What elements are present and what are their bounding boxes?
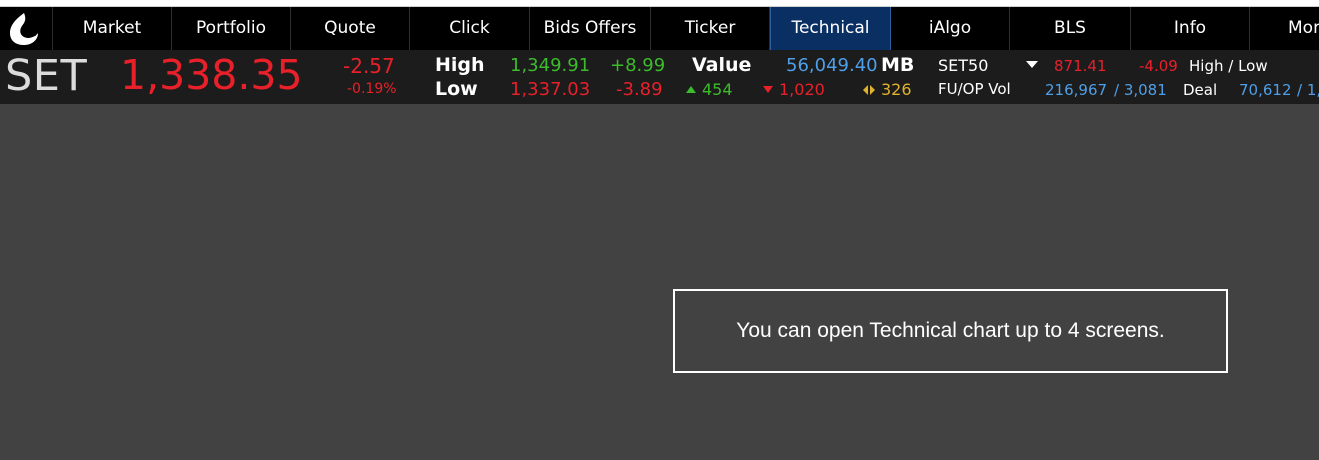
fu-volume: 216,967 xyxy=(1045,81,1108,99)
low-change: -3.89 xyxy=(616,79,663,100)
tab-more[interactable]: More xyxy=(1250,7,1319,50)
unchanged-count-value: 326 xyxy=(881,80,912,99)
low-value: 1,337.03 xyxy=(510,79,591,100)
window-top-border xyxy=(0,0,1319,7)
op-volume: / 3,081 xyxy=(1114,81,1167,99)
tab-portfolio[interactable]: Portfolio xyxy=(172,7,291,50)
high-label: High xyxy=(435,54,485,76)
fuop-vol-label: FU/OP Vol xyxy=(938,80,1011,98)
main-nav-bar: Market Portfolio Quote Click Bids Offers… xyxy=(0,7,1319,50)
tab-ialgo[interactable]: iAlgo xyxy=(891,7,1010,50)
index-change: -2.57 xyxy=(343,54,395,78)
tab-market[interactable]: Market xyxy=(53,7,172,50)
set50-change: -4.09 xyxy=(1139,57,1178,75)
tab-quote[interactable]: Quote xyxy=(291,7,410,50)
tab-bls[interactable]: BLS xyxy=(1010,7,1131,50)
unchanged-arrows-icon xyxy=(863,85,875,95)
index-name: SET xyxy=(5,51,88,101)
set50-high-low-label: High / Low xyxy=(1189,57,1268,75)
advance-count: 454 xyxy=(686,80,733,99)
set50-label: SET50 xyxy=(938,56,989,75)
tab-bids-offers[interactable]: Bids Offers xyxy=(530,7,651,50)
deal-extra: / 1, xyxy=(1297,81,1319,99)
technical-limit-message: You can open Technical chart up to 4 scr… xyxy=(673,289,1228,373)
deal-label: Deal xyxy=(1183,81,1218,99)
up-arrow-icon xyxy=(686,86,696,93)
technical-chart-area: You can open Technical chart up to 4 scr… xyxy=(0,104,1319,460)
decline-count-value: 1,020 xyxy=(779,80,825,99)
down-arrow-icon xyxy=(763,86,773,93)
value-unit: MB xyxy=(881,54,915,76)
index-value: 1,338.35 xyxy=(120,51,303,99)
unchanged-count: 326 xyxy=(863,80,912,99)
market-ticker-strip: SET 1,338.35 -2.57 -0.19% High Low 1,349… xyxy=(0,50,1319,104)
high-value: 1,349.91 xyxy=(510,55,591,76)
tab-click[interactable]: Click xyxy=(410,7,530,50)
app-logo[interactable] xyxy=(0,7,53,50)
set50-dropdown-icon[interactable] xyxy=(1026,61,1038,68)
value-label: Value xyxy=(692,54,752,76)
tab-technical[interactable]: Technical xyxy=(770,7,891,50)
deal-value: 70,612 xyxy=(1239,81,1292,99)
advance-count-value: 454 xyxy=(702,80,733,99)
value-amount: 56,049.40 xyxy=(786,55,878,76)
tab-info[interactable]: Info xyxy=(1131,7,1250,50)
decline-count: 1,020 xyxy=(763,80,825,99)
high-change: +8.99 xyxy=(610,55,666,76)
low-label: Low xyxy=(435,78,478,100)
flame-logo-icon xyxy=(10,13,38,45)
tab-ticker[interactable]: Ticker xyxy=(651,7,770,50)
index-change-pct: -0.19% xyxy=(347,81,397,97)
set50-value: 871.41 xyxy=(1054,57,1107,75)
